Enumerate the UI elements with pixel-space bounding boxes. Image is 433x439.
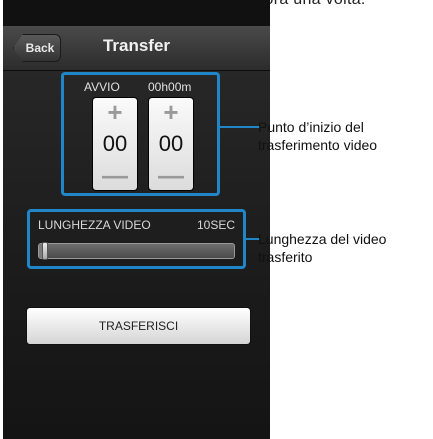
- slider-thumb[interactable]: [41, 242, 48, 260]
- start-time-readout: 00h00m: [148, 80, 192, 94]
- video-length-value: 10SEC: [196, 218, 235, 232]
- start-point-panel: AVVIO 00h00m + 00 — + 00 —: [61, 72, 220, 196]
- hours-decrease-button[interactable]: —: [93, 162, 137, 190]
- hours-increase-button[interactable]: +: [93, 98, 137, 126]
- back-button[interactable]: Back: [13, 34, 61, 62]
- status-bar: [3, 0, 270, 26]
- start-callout-line2: trasferimento video: [258, 137, 378, 153]
- hours-spinner: + 00 —: [93, 98, 137, 190]
- minutes-increase-button[interactable]: +: [149, 98, 193, 126]
- title-bar: Back Transfer: [3, 26, 270, 71]
- hours-value: 00: [102, 131, 128, 156]
- start-label: AVVIO: [84, 80, 120, 94]
- phone-screen: Back Transfer AVVIO 00h00m + 00 — + 00 —…: [3, 0, 270, 439]
- minutes-value: 00: [158, 131, 184, 156]
- length-callout-line1: Lunghezza del video: [258, 231, 387, 247]
- video-length-slider[interactable]: [38, 242, 235, 260]
- transfer-button[interactable]: TRASFERISCI: [27, 308, 250, 344]
- screen-title: Transfer: [102, 36, 171, 55]
- minutes-spinner: + 00 —: [149, 98, 193, 190]
- start-callout-line: [220, 126, 260, 128]
- video-length-panel: LUNGHEZZA VIDEO 10SEC: [27, 209, 246, 269]
- minutes-decrease-button[interactable]: —: [149, 162, 193, 190]
- video-length-label: LUNGHEZZA VIDEO: [38, 218, 151, 232]
- start-callout-line1: Punto d’inizio del: [258, 119, 364, 135]
- length-callout-line2: trasferito: [258, 249, 313, 265]
